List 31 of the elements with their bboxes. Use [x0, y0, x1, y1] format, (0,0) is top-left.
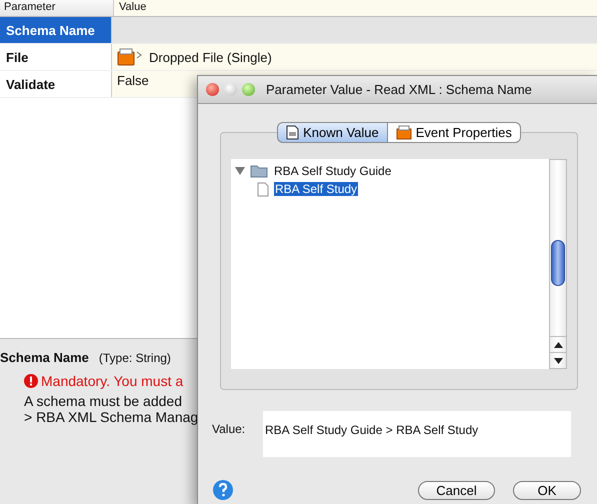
description-text: > RBA XML Schema Manag [24, 409, 200, 425]
dialog-button[interactable]: Cancel [418, 480, 495, 500]
scrollbar[interactable] [549, 159, 567, 369]
tree-item[interactable]: RBA Self Study Guide [273, 164, 392, 178]
tab[interactable]: Event Properties [388, 122, 521, 143]
error-icon [24, 374, 38, 388]
close-button[interactable] [206, 83, 219, 96]
parameter-value: Dropped File (Single) [149, 50, 272, 64]
scroll-down-icon[interactable] [554, 358, 562, 364]
value-field[interactable]: RBA Self Study Guide > RBA Self Study [263, 411, 571, 457]
file-icon [396, 125, 412, 140]
expand-triangle-icon[interactable] [235, 167, 245, 175]
tree-item[interactable]: RBA Self Study [274, 182, 358, 196]
document-icon [257, 182, 269, 196]
error-message: Mandatory. You must a [41, 373, 184, 389]
parameter-name[interactable]: Schema Name [0, 17, 112, 43]
value-label: Value: [212, 421, 246, 436]
parameter-title: Schema Name [0, 350, 89, 365]
parameter-type: (Type: String) [98, 351, 171, 365]
window-title: Parameter Value - Read XML : Schema Name [266, 82, 532, 97]
column-header: Value [114, 0, 597, 16]
folder-icon [250, 164, 268, 178]
help-icon[interactable] [212, 479, 234, 501]
description-text: A schema must be added [24, 393, 183, 409]
text-document-icon [286, 125, 300, 140]
parameter-value: False [117, 72, 149, 88]
tab[interactable]: Known Value [277, 122, 388, 143]
scroll-up-icon[interactable] [554, 342, 562, 348]
file-icon [117, 48, 143, 66]
dialog-button[interactable]: OK [513, 480, 581, 500]
scroll-thumb[interactable] [551, 240, 565, 286]
